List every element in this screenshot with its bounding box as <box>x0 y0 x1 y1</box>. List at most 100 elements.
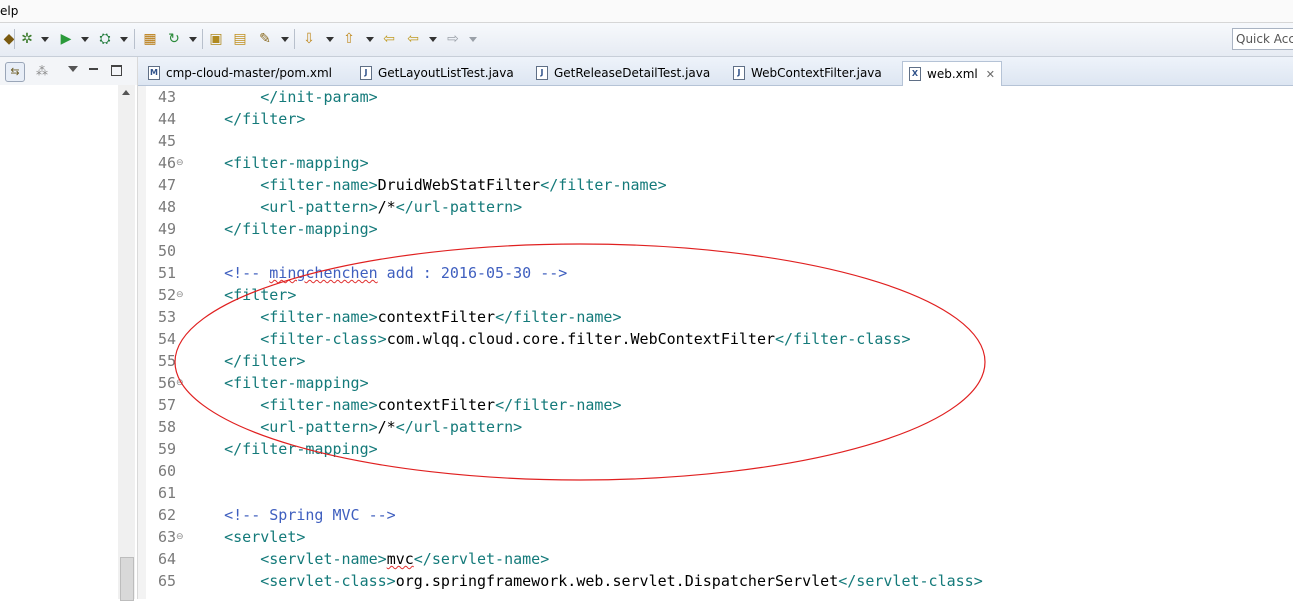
menu-help[interactable]: elp <box>0 4 18 18</box>
tab-label: cmp-cloud-master/pom.xml <box>166 66 333 80</box>
link-editor-icon[interactable]: ⇆ <box>5 62 25 82</box>
minimize-icon[interactable] <box>89 68 98 70</box>
xml-tag-token: <servlet-name> <box>260 550 387 568</box>
view-menu-icon[interactable] <box>68 66 78 72</box>
line-number: 53 <box>157 308 176 326</box>
code-line: <filter-name>DruidWebStatFilter</filter-… <box>188 176 666 194</box>
xml-tag-token: </filter-name> <box>495 396 622 414</box>
open-type-icon[interactable]: ▤ <box>231 30 249 48</box>
chevron-down-icon[interactable] <box>366 37 374 42</box>
comment-token: <!-- <box>224 264 270 282</box>
tab-getlayoutlisttest[interactable]: J GetLayoutListTest.java <box>360 61 514 85</box>
fold-toggle-icon[interactable]: ⊖ <box>176 290 184 300</box>
xml-tag-token: <filter-mapping> <box>224 154 369 172</box>
code-line: <servlet-name>mvc</servlet-name> <box>188 550 549 568</box>
left-scrollbar[interactable] <box>118 85 135 599</box>
fold-toggle-icon[interactable]: ⊖ <box>176 158 184 168</box>
chevron-down-icon[interactable] <box>41 37 49 42</box>
debug-icon[interactable]: ✲ <box>18 30 36 48</box>
line-number: 48 <box>157 198 176 216</box>
chevron-down-icon[interactable] <box>189 37 197 42</box>
menu-bar: elp <box>0 0 1293 23</box>
code-line: <filter-name>contextFilter</filter-name> <box>188 396 622 414</box>
chevron-down-icon[interactable] <box>81 37 89 42</box>
toolbar-separator <box>294 29 295 49</box>
open-folder-icon[interactable]: ▣ <box>207 30 225 48</box>
refresh-icon[interactable]: ↻ <box>165 30 183 48</box>
forward-icon[interactable]: ⇨ <box>444 30 462 48</box>
toolbar-separator <box>134 29 135 49</box>
code-line: <filter-mapping> <box>188 374 369 392</box>
line-number: 60 <box>157 462 176 480</box>
tab-getreleasedetailtest[interactable]: J GetReleaseDetailTest.java <box>536 61 710 85</box>
back-icon[interactable]: ⇦ <box>404 30 422 48</box>
next-annotation-icon[interactable]: ⇩ <box>300 30 318 48</box>
code-line: </filter> <box>188 110 305 128</box>
xml-tag-token: </url-pattern> <box>395 198 523 216</box>
external-tools-icon[interactable]: ⛭ <box>96 30 114 48</box>
xml-tag-token: <servlet-class> <box>260 572 396 590</box>
java-file-icon: J <box>536 66 548 80</box>
code-line: <filter-class>com.wlqq.cloud.core.filter… <box>188 330 910 348</box>
editor-tab-bar: M cmp-cloud-master/pom.xml J GetLayoutLi… <box>138 57 1293 86</box>
line-number: 52 <box>157 286 176 304</box>
run-icon[interactable]: ▶ <box>57 30 75 48</box>
tab-pom-xml[interactable]: M cmp-cloud-master/pom.xml <box>148 61 332 85</box>
quick-access-input[interactable]: Quick Acc <box>1232 28 1293 50</box>
chevron-down-icon[interactable] <box>281 37 289 42</box>
chevron-down-icon[interactable] <box>469 37 477 42</box>
xml-tag-token: <filter-name> <box>260 176 378 194</box>
fold-toggle-icon[interactable]: ⊖ <box>176 532 184 542</box>
code-line: </init-param> <box>188 88 377 106</box>
text-token: org.springframework.web.servlet.Dispatch… <box>395 572 839 590</box>
chevron-down-icon[interactable] <box>429 37 437 42</box>
line-number: 43 <box>157 88 176 106</box>
tab-web-xml[interactable]: X web.xml ✕ <box>902 61 1002 86</box>
left-scrollbar-thumb[interactable] <box>120 557 134 601</box>
scroll-up-icon[interactable] <box>122 90 130 95</box>
code-line: </filter-mapping> <box>188 440 378 458</box>
line-number: 45 <box>157 132 176 150</box>
new-package-icon[interactable]: ▦ <box>141 30 159 48</box>
overview-icon[interactable]: ⁂ <box>36 64 48 78</box>
tab-label: WebContextFilter.java <box>751 66 882 80</box>
xml-tag-token: </filter-mapping> <box>224 440 378 458</box>
chevron-down-icon[interactable] <box>120 37 128 42</box>
chevron-down-icon[interactable] <box>326 37 334 42</box>
maximize-icon[interactable] <box>111 65 122 76</box>
java-file-icon: J <box>360 66 372 80</box>
prev-annotation-icon[interactable]: ⇧ <box>340 30 358 48</box>
xml-tag-token: <url-pattern> <box>260 198 378 216</box>
line-number: 49 <box>157 220 176 238</box>
line-number: 47 <box>157 176 176 194</box>
code-line: <servlet> <box>188 528 305 546</box>
code-line: </filter-mapping> <box>188 220 378 238</box>
search-icon[interactable]: ✎ <box>256 30 274 48</box>
code-editor[interactable]: 43 </init-param> 44 </filter> 45 46 ⊖ <filte… <box>138 86 1293 599</box>
xml-tag-token: <filter-mapping> <box>224 374 369 392</box>
xml-tag-token: <filter-name> <box>260 308 378 326</box>
left-view-header: ⇆ ⁂ <box>0 57 137 85</box>
toolbar-item-icon[interactable]: ◆ <box>0 30 18 48</box>
java-file-icon: J <box>733 66 745 80</box>
tab-label: GetReleaseDetailTest.java <box>554 66 711 80</box>
fold-toggle-icon[interactable]: ⊖ <box>176 378 184 388</box>
line-number: 58 <box>157 418 176 436</box>
close-icon[interactable]: ✕ <box>986 68 995 81</box>
tab-webcontextfilter[interactable]: J WebContextFilter.java <box>733 61 882 85</box>
comment-token: <!-- Spring MVC --> <box>224 506 396 524</box>
last-edit-icon[interactable]: ⇦ <box>380 30 398 48</box>
text-token: com.wlqq.cloud.core.filter.WebContextFil… <box>386 330 776 348</box>
line-number: 51 <box>157 264 176 282</box>
line-number: 56 <box>157 374 176 392</box>
